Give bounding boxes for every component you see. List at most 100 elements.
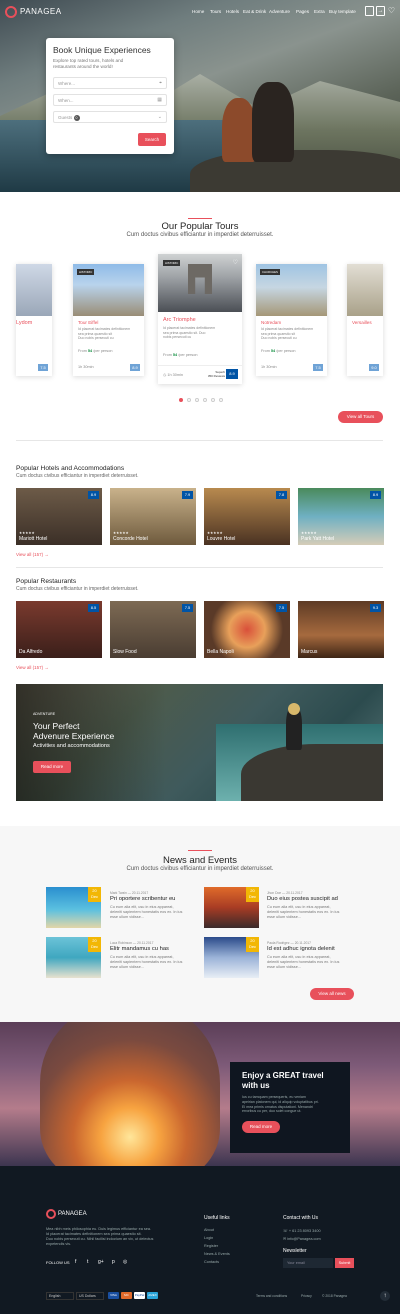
news-item-title[interactable]: Id est adhuc ignota delenit [267, 946, 335, 952]
logo[interactable]: PANAGEA [20, 7, 62, 16]
back-to-top-icon[interactable]: ↑ [380, 1291, 390, 1301]
cart-icon[interactable] [365, 6, 374, 16]
restaurant-card[interactable]: 9.3 Marcus [298, 601, 384, 658]
newsletter-email-input[interactable]: Your email [283, 1258, 333, 1268]
booking-title: Book Unique Experiences [53, 45, 151, 55]
pinterest-icon[interactable]: p [112, 1259, 115, 1265]
restaurant-card[interactable]: 8.5 Da Alfredo [16, 601, 102, 658]
hotels-title: Popular Hotels and Accommodations [16, 465, 125, 472]
restaurants-subtitle: Cum doctus civibus efficiantur in imperd… [16, 586, 139, 592]
nav-extra[interactable]: Extra [314, 9, 325, 14]
news-image[interactable]: 20 Dec [46, 937, 101, 978]
news-image[interactable]: 20 Dec [204, 887, 259, 928]
promo-title: Enjoy a GREAT travel with us [242, 1071, 324, 1090]
terms-link[interactable]: Terms and conditions [256, 1294, 287, 1298]
tour-card-featured[interactable]: HISTORIC ♡ Arc Triomphe Id placerat taci… [158, 254, 242, 384]
hotel-card[interactable]: 7.9 ★★★★★ Concorde Hotel [110, 488, 196, 545]
where-input[interactable]: Where... ⌖ [53, 77, 167, 89]
carousel-dot[interactable] [219, 398, 223, 402]
adventure-title: Your Perfect Advenure Experience [33, 721, 115, 741]
login-icon[interactable]: → [376, 6, 385, 16]
newsletter-submit-button[interactable]: Submit [335, 1258, 354, 1268]
adventure-banner: ADVENTURE Your Perfect Advenure Experienc… [16, 684, 383, 801]
wishlist-heart-icon[interactable]: ♡ [233, 259, 238, 266]
tour-card[interactable]: Versailles 9.0 [347, 264, 383, 376]
score-badge: 8.9 [226, 369, 238, 379]
calendar-icon: ▦ [157, 97, 162, 103]
hotel-card[interactable]: 8.9 ★★★★★ Park Yatt Hotel [298, 488, 384, 545]
news-item-title[interactable]: Duo eius postea suscipit ad [267, 896, 338, 902]
hotels-view-all-link[interactable]: View all (157) → [16, 552, 49, 557]
footer-email[interactable]: ✉ info@Panagea.com [283, 1236, 321, 1241]
heart-icon[interactable]: ♡ [387, 6, 396, 16]
separator [16, 567, 383, 568]
contact-title: Contact with Us [283, 1215, 319, 1221]
when-input[interactable]: When... ▦ [53, 94, 167, 106]
adventure-kicker: ADVENTURE [33, 712, 56, 716]
tour-card[interactable]: HISTORIC Tour Eiffel Id placerat tacimat… [73, 264, 144, 376]
footer-link-register[interactable]: Register [204, 1244, 218, 1248]
footer-logo: PANAGEA [58, 1211, 87, 1217]
footer-link-about[interactable]: About [204, 1228, 214, 1232]
footer-phone[interactable]: ☏ + 61 23 8093 3400 [283, 1228, 321, 1233]
guests-select[interactable]: Guests 0 ⌄ [53, 111, 167, 123]
tour-name[interactable]: Arc Triomphe [163, 317, 196, 323]
footer-link-contacts[interactable]: Contacts [204, 1260, 219, 1264]
booking-form: Book Unique Experiences Explore top rate… [46, 38, 174, 154]
tour-card[interactable]: CHURCHES Notredam Id placerat tacimates … [256, 264, 327, 376]
location-icon: ⌖ [159, 80, 162, 86]
tours-subtitle: Cum doctus civibus efficiantur in imperd… [126, 232, 274, 238]
adventure-read-more-button[interactable]: Read more [33, 761, 71, 773]
copyright: © 2018 Panagea [322, 1294, 347, 1298]
hotel-card[interactable]: 8.9 ★★★★★ Mariott Hotel [16, 488, 102, 545]
restaurants-title: Popular Restaurants [16, 578, 77, 585]
nav-tours[interactable]: Tours [210, 9, 221, 14]
carousel-dot-active[interactable] [179, 398, 183, 402]
footer: PANAGEA Mea nibh meis philosophia eu. Du… [0, 1166, 400, 1314]
news-image[interactable]: 20 Dec [46, 887, 101, 928]
promo-read-more-button[interactable]: Read more [242, 1121, 280, 1134]
privacy-link[interactable]: Privacy [301, 1294, 312, 1298]
news-title: News and Events [163, 855, 237, 866]
chevron-down-icon: ⌄ [157, 114, 162, 120]
footer-link-news[interactable]: News & Events [204, 1252, 230, 1256]
twitter-icon[interactable]: t [87, 1259, 88, 1265]
nav-adventure[interactable]: Adventure [269, 9, 290, 14]
nav-buy-template[interactable]: Buy template [329, 9, 356, 14]
news-image[interactable]: 20 Dec [204, 937, 259, 978]
carousel-dot[interactable] [187, 398, 191, 402]
facebook-icon[interactable]: f [75, 1259, 76, 1265]
footer-link-login[interactable]: Login [204, 1236, 213, 1240]
adventure-subtitle: Activities and accommodations [33, 743, 110, 749]
nav-hotels[interactable]: Hotels [226, 9, 239, 14]
restaurant-card[interactable]: 7.5 Bella Napoli [204, 601, 290, 658]
hotels-subtitle: Cum doctus civibus efficiantur in imperd… [16, 473, 139, 479]
view-all-tours-button[interactable]: View all Tours [338, 411, 383, 423]
nav-eat-drink[interactable]: Eat & Drink [243, 9, 266, 14]
hotel-card[interactable]: 7.8 ★★★★★ Louvre Hotel [204, 488, 290, 545]
useful-links-title: Useful links [204, 1215, 230, 1221]
language-select[interactable]: English [46, 1292, 74, 1300]
carousel-dot[interactable] [195, 398, 199, 402]
guests-count: 0 [73, 115, 80, 121]
news-item-title[interactable]: Elitr mandamus cu has [110, 946, 169, 952]
tour-card[interactable]: Lydom 7.5 [16, 264, 52, 376]
nav-pages[interactable]: Pages [296, 9, 309, 14]
follow-us-label: FOLLOW US [46, 1260, 70, 1265]
nav-home[interactable]: Home [192, 9, 204, 14]
logo-icon[interactable] [5, 6, 17, 18]
mastercard-icon: MC [121, 1292, 132, 1299]
instagram-icon[interactable]: ◎ [123, 1259, 127, 1265]
search-button[interactable]: Search [138, 133, 166, 146]
currency-select[interactable]: US Dollars [76, 1292, 104, 1300]
restaurant-card[interactable]: 7.5 Slow Food [110, 601, 196, 658]
paypal-icon: PayPal [134, 1292, 145, 1299]
carousel-dot[interactable] [203, 398, 207, 402]
restaurants-view-all-link[interactable]: View all (157) → [16, 665, 49, 670]
google-plus-icon[interactable]: g+ [98, 1259, 104, 1265]
promo-box: Enjoy a GREAT travel with us Ius cu tamqu… [230, 1062, 350, 1153]
news-subtitle: Cum doctus civibus efficiantur in imperd… [126, 866, 274, 872]
carousel-dot[interactable] [211, 398, 215, 402]
view-all-news-button[interactable]: View all news [310, 988, 354, 1000]
news-item-title[interactable]: Pri oportere scribentur eu [110, 896, 175, 902]
